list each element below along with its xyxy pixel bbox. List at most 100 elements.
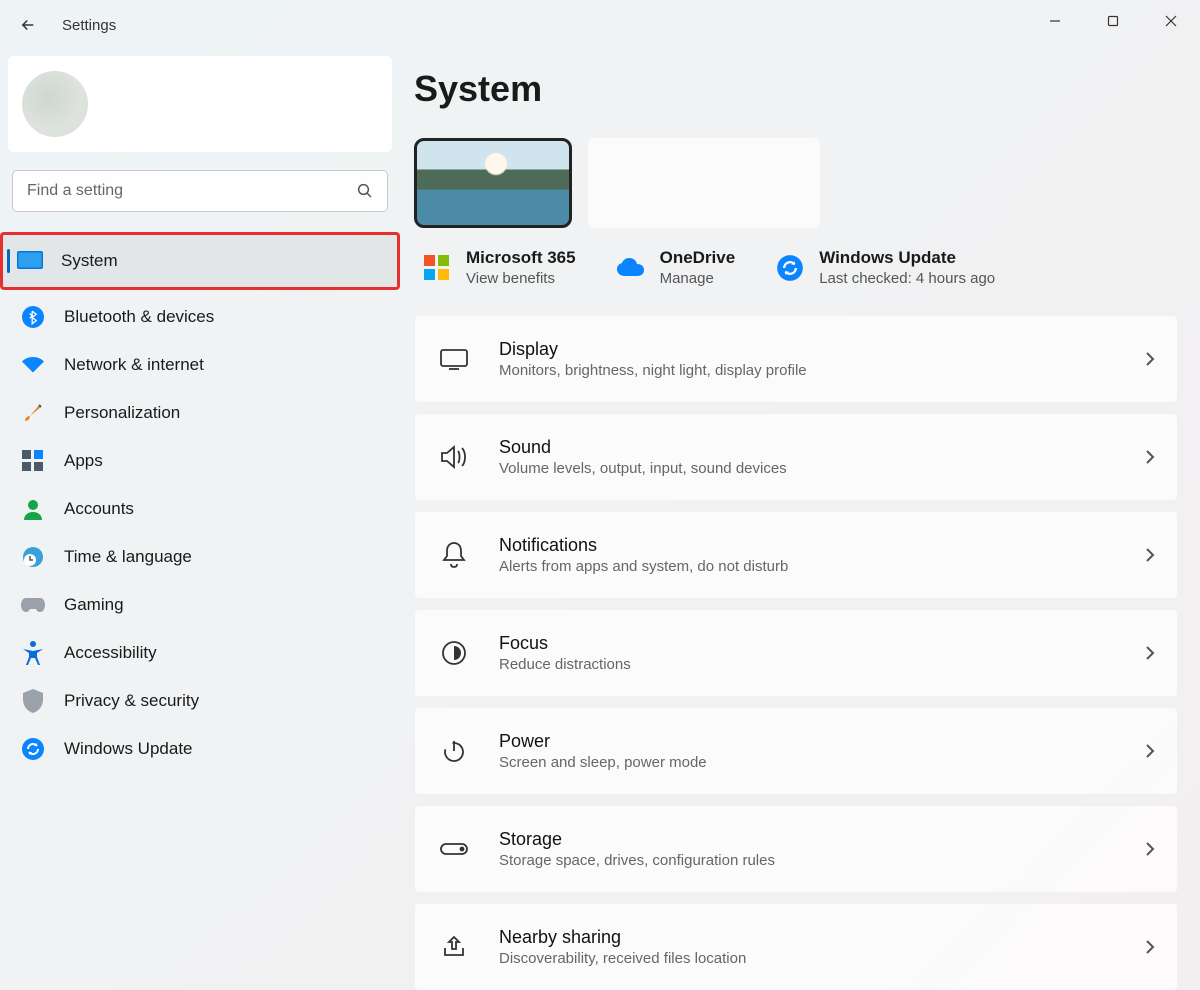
service-sub: View benefits (466, 270, 576, 287)
settings-item-title: Sound (499, 437, 1145, 458)
settings-item-nearby[interactable]: Nearby sharing Discoverability, received… (414, 903, 1178, 990)
titlebar: Settings (0, 0, 1200, 50)
arrow-left-icon (19, 16, 37, 34)
sidebar-item-label: Apps (64, 451, 103, 471)
service-sub: Last checked: 4 hours ago (819, 270, 995, 287)
sidebar-item-personalization[interactable]: Personalization (6, 390, 394, 436)
services-row: Microsoft 365 View benefits OneDrive Man… (414, 248, 1178, 287)
device-thumbnail[interactable] (414, 138, 572, 228)
service-onedrive[interactable]: OneDrive Manage (616, 248, 736, 287)
minimize-icon (1049, 15, 1061, 27)
chevron-right-icon (1145, 449, 1155, 465)
chevron-right-icon (1145, 841, 1155, 857)
chevron-right-icon (1145, 939, 1155, 955)
sidebar-item-label: Accessibility (64, 643, 157, 663)
sidebar-item-label: Bluetooth & devices (64, 307, 214, 327)
service-title: Windows Update (819, 248, 995, 268)
sidebar-item-label: Accounts (64, 499, 134, 519)
device-info-card[interactable] (588, 138, 820, 228)
settings-item-sub: Screen and sleep, power mode (499, 754, 1145, 771)
sidebar: System Bluetooth & devices Network & int… (0, 50, 400, 990)
sidebar-item-update[interactable]: Windows Update (6, 726, 394, 772)
search-input[interactable] (12, 170, 388, 212)
sidebar-item-system[interactable]: System (0, 232, 400, 290)
sidebar-item-label: System (61, 251, 118, 271)
person-icon (20, 496, 46, 522)
settings-item-title: Nearby sharing (499, 927, 1145, 948)
accessibility-icon (20, 640, 46, 666)
sidebar-item-accessibility[interactable]: Accessibility (6, 630, 394, 676)
onedrive-icon (616, 253, 646, 283)
app-title: Settings (62, 17, 116, 34)
sidebar-item-label: Time & language (64, 547, 192, 567)
sound-icon (437, 440, 471, 474)
settings-item-sub: Reduce distractions (499, 656, 1145, 673)
chevron-right-icon (1145, 743, 1155, 759)
system-icon (17, 248, 43, 274)
service-update[interactable]: Windows Update Last checked: 4 hours ago (775, 248, 995, 287)
microsoft365-icon (422, 253, 452, 283)
settings-item-sub: Volume levels, output, input, sound devi… (499, 460, 1145, 477)
minimize-button[interactable] (1026, 0, 1084, 42)
bell-icon (437, 538, 471, 572)
sidebar-item-gaming[interactable]: Gaming (6, 582, 394, 628)
settings-item-power[interactable]: Power Screen and sleep, power mode (414, 707, 1178, 795)
main-content: System Microsoft 365 View benefits (400, 50, 1200, 990)
service-sub: Manage (660, 270, 736, 287)
settings-item-focus[interactable]: Focus Reduce distractions (414, 609, 1178, 697)
gamepad-icon (20, 592, 46, 618)
settings-item-sub: Storage space, drives, configuration rul… (499, 852, 1145, 869)
sidebar-item-label: Network & internet (64, 355, 204, 375)
search-icon (356, 182, 374, 200)
maximize-button[interactable] (1084, 0, 1142, 42)
chevron-right-icon (1145, 351, 1155, 367)
settings-item-sub: Monitors, brightness, night light, displ… (499, 362, 1145, 379)
sidebar-item-apps[interactable]: Apps (6, 438, 394, 484)
settings-item-sub: Alerts from apps and system, do not dist… (499, 558, 1145, 575)
sidebar-item-network[interactable]: Network & internet (6, 342, 394, 388)
close-button[interactable] (1142, 0, 1200, 42)
sidebar-item-label: Gaming (64, 595, 124, 615)
settings-item-storage[interactable]: Storage Storage space, drives, configura… (414, 805, 1178, 893)
power-icon (437, 734, 471, 768)
maximize-icon (1107, 15, 1119, 27)
settings-item-display[interactable]: Display Monitors, brightness, night ligh… (414, 315, 1178, 403)
apps-icon (20, 448, 46, 474)
sidebar-item-label: Personalization (64, 403, 180, 423)
chevron-right-icon (1145, 645, 1155, 661)
shield-icon (20, 688, 46, 714)
search-wrap (12, 170, 388, 212)
close-icon (1165, 15, 1177, 27)
sidebar-item-bluetooth[interactable]: Bluetooth & devices (6, 294, 394, 340)
settings-list: Display Monitors, brightness, night ligh… (414, 315, 1178, 990)
service-m365[interactable]: Microsoft 365 View benefits (422, 248, 576, 287)
settings-item-title: Display (499, 339, 1145, 360)
page-title: System (414, 68, 1178, 110)
sidebar-item-privacy[interactable]: Privacy & security (6, 678, 394, 724)
display-icon (437, 342, 471, 376)
avatar (22, 71, 88, 137)
hero-row (414, 138, 1178, 228)
wifi-icon (20, 352, 46, 378)
service-title: OneDrive (660, 248, 736, 268)
settings-item-title: Notifications (499, 535, 1145, 556)
update-icon (20, 736, 46, 762)
sidebar-item-label: Windows Update (64, 739, 193, 759)
settings-item-notifications[interactable]: Notifications Alerts from apps and syste… (414, 511, 1178, 599)
clock-globe-icon (20, 544, 46, 570)
chevron-right-icon (1145, 547, 1155, 563)
update-icon (775, 253, 805, 283)
account-card[interactable] (8, 56, 392, 152)
sidebar-item-accounts[interactable]: Accounts (6, 486, 394, 532)
back-button[interactable] (18, 15, 38, 35)
settings-item-sub: Discoverability, received files location (499, 950, 1145, 967)
settings-item-title: Focus (499, 633, 1145, 654)
sidebar-item-time[interactable]: Time & language (6, 534, 394, 580)
settings-item-sound[interactable]: Sound Volume levels, output, input, soun… (414, 413, 1178, 501)
storage-icon (437, 832, 471, 866)
window-controls (1026, 0, 1200, 42)
sidebar-item-label: Privacy & security (64, 691, 199, 711)
bluetooth-icon (20, 304, 46, 330)
focus-icon (437, 636, 471, 670)
settings-item-title: Storage (499, 829, 1145, 850)
